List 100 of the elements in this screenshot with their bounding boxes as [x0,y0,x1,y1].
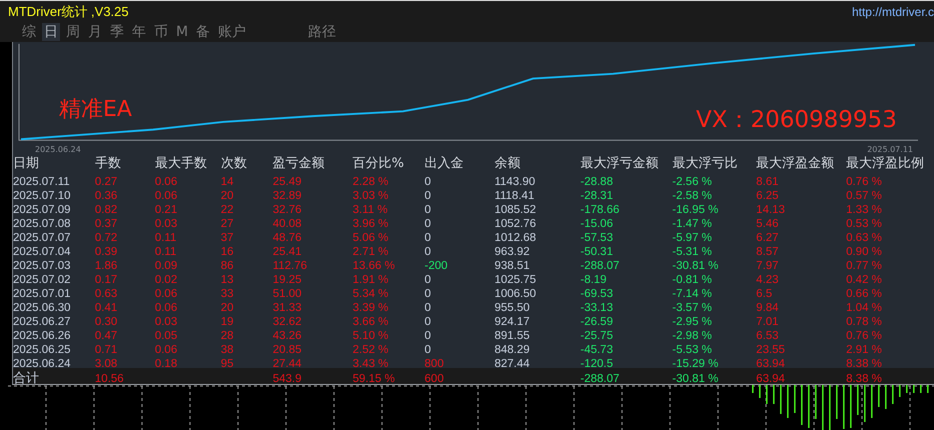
table-cell: 0 [424,218,431,230]
table-cell: 0.06 [154,344,178,356]
tab[interactable]: 路径 [306,23,338,41]
table-cell: 3.96 % [352,218,388,230]
table-cell: 7.01 [756,316,779,328]
table-cell: 0.63 [94,288,118,300]
total-cell: 543.9 [272,372,302,384]
total-cell: 合计 [13,370,39,384]
column-header: 最大浮亏金额 [580,155,660,172]
table-cell: 938.51 [494,260,530,272]
table-cell: 1085.52 [494,204,536,216]
table-cell: 1.33 % [846,204,882,216]
tab[interactable]: 币 [152,23,170,41]
column-header: 最大浮亏比 [672,155,738,172]
table-cell: -28.31 [580,190,613,202]
table-cell: 0 [424,204,431,216]
table-cell: -50.31 [580,246,613,258]
table-cell: 37 [220,232,234,244]
table-cell: -15.29 % [672,358,718,370]
table-cell: -5.31 % [672,246,712,258]
table-cell: 38 [220,344,234,356]
table-cell: 1025.75 [494,274,536,286]
table-cell: -16.95 % [672,204,718,216]
table-cell: 0.76 % [846,330,882,342]
tab[interactable]: M [174,23,190,41]
tab[interactable]: 备 [194,23,212,41]
table-cell: 0.27 [94,176,118,188]
table-cell: 0.39 [94,246,118,258]
tab[interactable]: 月 [86,23,104,41]
table-cell: 1012.68 [494,232,536,244]
table-cell: 32.89 [272,190,302,202]
table-cell: 51.00 [272,288,302,300]
table-cell: 0.36 [94,190,118,202]
table-cell: 2025.06.30 [13,302,71,314]
table-cell: 0.05 [154,330,178,342]
table-cell: -0.81 % [672,274,712,286]
column-header: 最大浮盈比例 [846,155,926,172]
table-cell: 924.17 [494,316,530,328]
table-cell: 0.77 % [846,260,882,272]
table-cell: -200 [424,260,448,272]
table-cell: -69.53 [580,288,613,300]
table-cell: 2025.07.02 [13,274,71,286]
table-cell: 112.76 [272,260,308,272]
table-cell: 0 [424,302,431,314]
table-cell: 2.71 % [352,246,388,258]
table-cell: 32.76 [272,204,302,216]
table-cell: -30.81 % [672,260,718,272]
table-cell: 0.06 [154,288,178,300]
tab[interactable]: 综 [20,23,38,41]
table-cell: 20.85 [272,344,302,356]
table-cell: 33 [220,288,234,300]
table-cell: 5.34 % [352,288,388,300]
table-cell: 9.84 [756,302,779,314]
total-cell: 63.94 [756,372,785,384]
table-cell: -5.97 % [672,232,712,244]
table-cell: 0.37 [94,218,118,230]
table-cell: -15.06 [580,218,613,230]
column-header: 百分比% [352,155,405,172]
total-cell: 600 [424,372,444,384]
table-cell: 2025.06.24 [13,358,71,370]
table-cell: 0 [424,190,431,202]
table-cell: 3.03 % [352,190,388,202]
tab[interactable]: 年 [130,23,148,41]
table-cell: 23.55 [756,344,785,356]
tab[interactable]: 季 [108,23,126,41]
table-cell: 2025.06.27 [13,316,71,328]
table-cell: 0.71 [94,344,118,356]
table-cell: 955.50 [494,302,530,314]
tab[interactable]: 账户 [216,23,248,41]
table-cell: 28 [220,330,234,342]
table-cell: 891.55 [494,330,530,342]
column-header: 最大浮盈金额 [756,155,836,172]
table-cell: -33.13 [580,302,613,314]
table-cell: 25.49 [272,176,302,188]
table-cell: 6.25 [756,190,779,202]
table-cell: 13.66 % [352,260,395,272]
table-cell: -288.07 [580,260,620,272]
tab[interactable]: 周 [64,23,82,41]
table-cell: 2.28 % [352,176,388,188]
total-cell: 8.38 % [846,372,882,384]
table-cell: 3.39 % [352,302,388,314]
table-cell: 19.25 [272,274,302,286]
table-cell: 5.10 % [352,330,388,342]
table-cell: 0.63 % [846,232,882,244]
table-cell: 2.91 % [846,344,882,356]
column-header: 次数 [220,155,248,172]
table-cell: 0 [424,330,431,342]
table-cell: -1.47 % [672,218,712,230]
website-link[interactable]: http://mtdriver.c [852,4,934,18]
table-cell: 0.41 [94,302,118,314]
table-cell: -2.98 % [672,330,712,342]
axis-label: 2025.07.11 [867,146,913,154]
column-header: 盈亏金额 [272,155,326,172]
table-cell: 20 [220,302,234,314]
table-cell: 5.06 % [352,232,388,244]
table-cell: 32.62 [272,316,302,328]
table-cell: -2.95 % [672,316,712,328]
tab[interactable]: 日 [42,23,60,41]
table-cell: -5.53 % [672,344,712,356]
table-cell: 2025.07.08 [13,218,71,230]
